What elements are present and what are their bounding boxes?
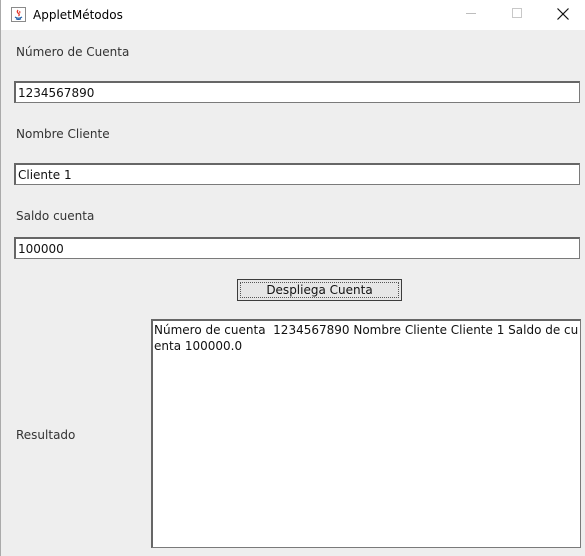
result-label: Resultado [16,428,76,442]
minimize-icon [465,8,477,22]
account-number-field[interactable] [14,81,580,103]
minimize-button[interactable] [448,0,494,30]
title-bar[interactable]: AppletMétodos [1,0,585,30]
close-button[interactable] [540,0,585,30]
result-text-area[interactable]: Número de cuenta 1234567890 Nombre Clien… [151,319,581,548]
client-name-label: Nombre Cliente [16,127,110,141]
balance-label: Saldo cuenta [16,209,95,223]
window-title: AppletMétodos [33,8,123,22]
display-account-button[interactable]: Despliega Cuenta [237,279,402,301]
maximize-icon [511,8,523,22]
applet-window: AppletMétodos Número de Cuenta Nombre Cl… [0,0,585,556]
close-icon [557,7,569,23]
client-name-field[interactable] [14,163,580,185]
display-account-button-label: Despliega Cuenta [266,283,373,297]
maximize-button[interactable] [494,0,540,30]
balance-field[interactable] [14,237,580,259]
java-icon [11,7,26,22]
account-number-label: Número de Cuenta [16,45,130,59]
